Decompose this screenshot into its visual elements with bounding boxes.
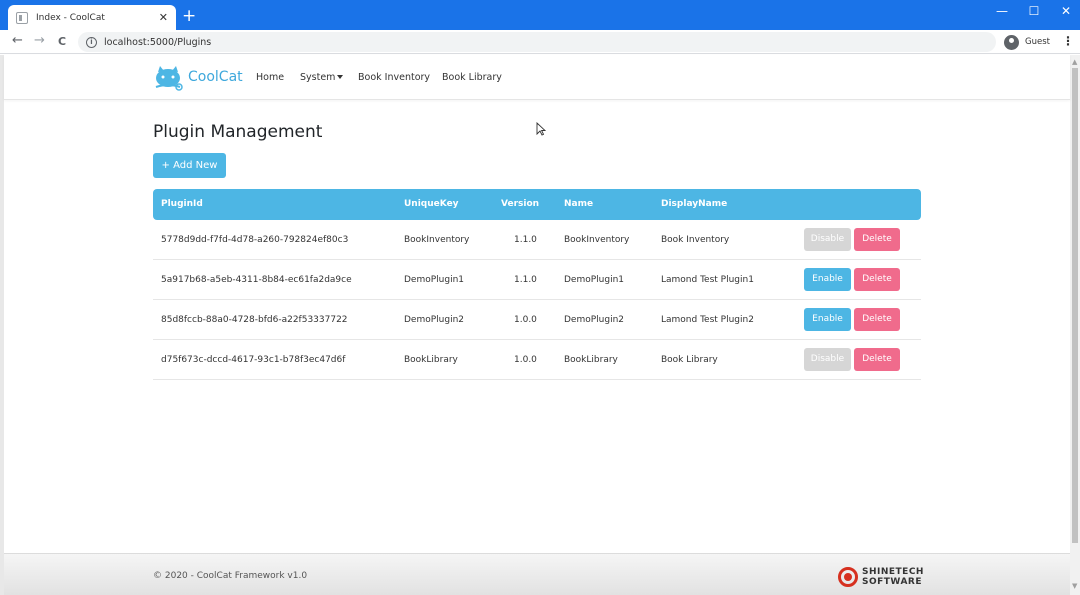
mouse-cursor-icon xyxy=(536,122,546,136)
coolcat-logo-icon xyxy=(152,63,184,91)
cell-version: 1.1.0 xyxy=(514,220,537,260)
profile-avatar-icon xyxy=(1004,35,1019,50)
cell-version: 1.0.0 xyxy=(514,300,537,340)
browser-menu-icon[interactable]: ⋮ xyxy=(1062,34,1074,48)
column-header-name: Name xyxy=(564,189,593,220)
cell-pluginid: d75f673c-dccd-4617-93c1-b78f3ec47d6f xyxy=(161,340,345,380)
table-row: 5778d9dd-f7fd-4d78-a260-792824ef80c3 Book… xyxy=(153,220,921,260)
info-icon[interactable]: i xyxy=(86,37,97,48)
nav-link-book-library[interactable]: Book Library xyxy=(442,72,502,83)
cell-pluginid: 5778d9dd-f7fd-4d78-a260-792824ef80c3 xyxy=(161,220,348,260)
delete-button[interactable]: Delete xyxy=(854,228,900,251)
scrollbar-thumb[interactable] xyxy=(1072,68,1078,543)
cell-name: BookInventory xyxy=(564,220,629,260)
table-row: d75f673c-dccd-4617-93c1-b78f3ec47d6f Book… xyxy=(153,340,921,380)
cell-name: BookLibrary xyxy=(564,340,618,380)
cell-displayname: Lamond Test Plugin1 xyxy=(661,260,754,300)
cell-displayname: Book Inventory xyxy=(661,220,729,260)
profile-label: Guest xyxy=(1025,37,1050,47)
shinetech-logo-icon xyxy=(838,567,858,587)
column-header-displayname: DisplayName xyxy=(661,189,727,220)
address-bar[interactable]: i localhost:5000/Plugins xyxy=(78,32,996,52)
nav-link-home[interactable]: Home xyxy=(256,72,284,83)
forward-icon[interactable]: → xyxy=(34,33,45,48)
delete-button[interactable]: Delete xyxy=(854,348,900,371)
cell-version: 1.0.0 xyxy=(514,340,537,380)
nav-link-system[interactable]: System xyxy=(300,72,343,83)
disable-button[interactable]: Disable xyxy=(804,228,851,251)
scroll-up-icon[interactable]: ▲ xyxy=(1072,58,1077,66)
page-favicon-icon xyxy=(16,12,28,24)
close-window-icon[interactable]: ✕ xyxy=(1056,4,1076,18)
browser-titlebar: Index - CoolCat ✕ + — ☐ ✕ xyxy=(0,0,1080,30)
cell-uniquekey: BookInventory xyxy=(404,220,469,260)
disable-button[interactable]: Disable xyxy=(804,348,851,371)
table-row: 5a917b68-a5eb-4311-8b84-ec61fa2da9ce Demo… xyxy=(153,260,921,300)
cell-uniquekey: DemoPlugin1 xyxy=(404,260,464,300)
table-row: 85d8fccb-88a0-4728-bfd6-a22f53337722 Demo… xyxy=(153,300,921,340)
minimize-icon[interactable]: — xyxy=(992,4,1012,18)
cell-displayname: Lamond Test Plugin2 xyxy=(661,300,754,340)
cell-uniquekey: BookLibrary xyxy=(404,340,458,380)
table-header: PluginId UniqueKey Version Name DisplayN… xyxy=(153,189,921,220)
brand[interactable]: CoolCat xyxy=(152,63,243,91)
new-tab-icon[interactable]: + xyxy=(182,6,196,26)
shinetech-logo: SHINETECH SOFTWARE xyxy=(838,567,924,587)
cell-name: DemoPlugin2 xyxy=(564,300,624,340)
scroll-down-icon[interactable]: ▼ xyxy=(1072,582,1077,590)
browser-toolbar: ← → C i localhost:5000/Plugins Guest ⋮ xyxy=(0,30,1080,54)
enable-button[interactable]: Enable xyxy=(804,268,851,291)
tab-close-icon[interactable]: ✕ xyxy=(159,11,168,24)
column-header-pluginid: PluginId xyxy=(161,189,203,220)
shinetech-line1: SHINETECH xyxy=(862,567,924,577)
cell-version: 1.1.0 xyxy=(514,260,537,300)
reload-icon[interactable]: C xyxy=(58,35,66,48)
site-navbar: CoolCat Home System Book Inventory Book … xyxy=(4,55,1070,100)
cell-displayname: Book Library xyxy=(661,340,718,380)
delete-button[interactable]: Delete xyxy=(854,268,900,291)
profile-button[interactable]: Guest xyxy=(1002,32,1054,52)
footer-copyright: © 2020 - CoolCat Framework v1.0 xyxy=(153,571,307,581)
table-body: 5778d9dd-f7fd-4d78-a260-792824ef80c3 Book… xyxy=(153,220,921,380)
site-footer: © 2020 - CoolCat Framework v1.0 SHINETEC… xyxy=(4,553,1070,595)
brand-name[interactable]: CoolCat xyxy=(188,69,243,85)
add-new-button[interactable]: + Add New xyxy=(153,153,226,178)
column-header-uniquekey: UniqueKey xyxy=(404,189,459,220)
shinetech-wordmark: SHINETECH SOFTWARE xyxy=(862,567,924,587)
page-title: Plugin Management xyxy=(153,122,322,142)
maximize-icon[interactable]: ☐ xyxy=(1024,4,1044,18)
cell-pluginid: 85d8fccb-88a0-4728-bfd6-a22f53337722 xyxy=(161,300,348,340)
cell-name: DemoPlugin1 xyxy=(564,260,624,300)
shinetech-line2: SOFTWARE xyxy=(862,577,924,587)
chevron-down-icon xyxy=(337,75,343,79)
cell-uniquekey: DemoPlugin2 xyxy=(404,300,464,340)
nav-link-book-inventory[interactable]: Book Inventory xyxy=(358,72,430,83)
tab-title: Index - CoolCat xyxy=(36,13,159,23)
cell-pluginid: 5a917b68-a5eb-4311-8b84-ec61fa2da9ce xyxy=(161,260,352,300)
enable-button[interactable]: Enable xyxy=(804,308,851,331)
delete-button[interactable]: Delete xyxy=(854,308,900,331)
browser-tab[interactable]: Index - CoolCat ✕ xyxy=(8,5,176,30)
back-icon[interactable]: ← xyxy=(12,33,23,48)
plugin-table: PluginId UniqueKey Version Name DisplayN… xyxy=(153,189,921,380)
column-header-version: Version xyxy=(501,189,539,220)
nav-link-system-label: System xyxy=(300,72,335,83)
url-text[interactable]: localhost:5000/Plugins xyxy=(104,37,211,48)
